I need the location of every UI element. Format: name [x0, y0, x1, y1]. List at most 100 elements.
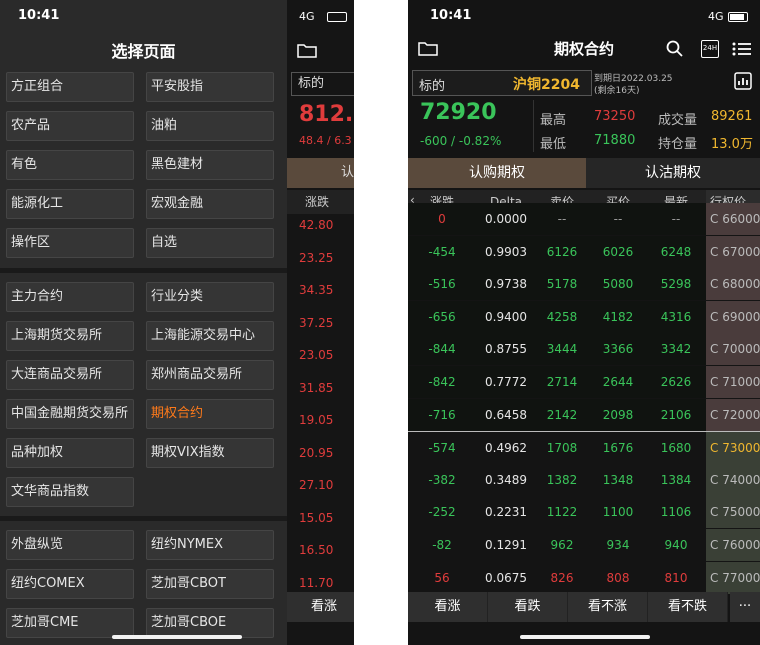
menu-item[interactable]: 自选: [146, 228, 274, 258]
price-change: -600 / -0.82%: [420, 134, 502, 148]
menu-item[interactable]: 上海能源交易中心: [146, 321, 274, 351]
table-cell-ask: 6126: [546, 244, 578, 259]
underlying-tag[interactable]: 标的: [291, 72, 354, 96]
bottom-tab[interactable]: 看不跌: [648, 592, 728, 622]
menu-item[interactable]: 期权合约: [146, 399, 274, 429]
menu-item[interactable]: 中国金融期货交易所: [6, 399, 134, 429]
high-value: 73250: [594, 109, 636, 124]
table-cell-bid: 934: [606, 538, 630, 552]
table-cell-delta: 0.6458: [485, 407, 527, 422]
change-value: 11.70: [299, 575, 334, 590]
chart-icon[interactable]: [734, 72, 752, 94]
change-value: 37.25: [299, 315, 334, 330]
table-cell-strike: C 71000: [706, 366, 760, 398]
table-row[interactable]: -574 0.4962 1708 1676 1680 C 73000: [408, 431, 760, 465]
table-cell-last: 940: [664, 538, 688, 552]
bottom-tab[interactable]: 看不涨: [568, 592, 648, 622]
volume-value: 89261: [711, 109, 753, 124]
menu-item[interactable]: 郑州商品交易所: [146, 360, 274, 390]
table-cell-delta: 0.4962: [485, 441, 527, 456]
24h-icon[interactable]: 24H: [701, 40, 719, 58]
menu-item[interactable]: 纽约NYMEX: [146, 530, 274, 560]
table-cell-chg: -382: [428, 472, 456, 487]
menu-item[interactable]: 大连商品交易所: [6, 360, 134, 390]
underlying-selector[interactable]: 标的 沪铜2204: [412, 70, 592, 96]
table-cell-strike: C 69000: [706, 300, 760, 333]
menu-item[interactable]: 行业分类: [146, 282, 274, 312]
menu-item[interactable]: 芝加哥CME: [6, 608, 134, 638]
tab-call[interactable]: 认: [287, 158, 354, 188]
table-row[interactable]: -716 0.6458 2142 2098 2106 C 72000: [408, 398, 760, 431]
change-value: 19.05: [299, 413, 334, 427]
search-icon[interactable]: [666, 40, 684, 62]
table-cell-strike: C 77000: [706, 561, 760, 594]
menu-item[interactable]: 文华商品指数: [6, 477, 134, 507]
table-cell-strike: C 72000: [706, 398, 760, 431]
menu-item[interactable]: 平安股指: [146, 72, 274, 102]
menu-item[interactable]: 品种加权: [6, 438, 134, 468]
table-row[interactable]: 56 0.0675 826 808 810 C 77000: [408, 561, 760, 594]
price-change: 48.4 / 6.3: [299, 134, 352, 147]
table-cell-ask: 4258: [546, 309, 578, 324]
table-cell-delta: 0.3489: [485, 472, 527, 487]
table-cell-bid: 3366: [602, 342, 634, 357]
menu-item[interactable]: 芝加哥CBOT: [146, 569, 274, 599]
page-selector-panel: 10:41 选择页面 方正组合 平安股指 农产品 油粕 有色 黑色建材 能源化工 宏观金融 操作…: [0, 0, 287, 645]
change-value: 16.50: [299, 543, 334, 557]
table-cell-last: 810: [664, 570, 688, 585]
bullish-button[interactable]: 看涨: [287, 592, 354, 622]
tab-put-options[interactable]: 认沽期权: [586, 158, 760, 188]
table-cell-strike: C 70000: [706, 333, 760, 366]
menu-item[interactable]: 上海期货交易所: [6, 321, 134, 351]
menu-item[interactable]: 方正组合: [6, 72, 134, 102]
menu-item[interactable]: 操作区: [6, 228, 134, 258]
menu-item[interactable]: 宏观金融: [146, 189, 274, 219]
menu-item[interactable]: 芝加哥CBOE: [146, 608, 274, 638]
table-row[interactable]: -844 0.8755 3444 3366 3342 C 70000: [408, 333, 760, 366]
more-button[interactable]: ···: [730, 592, 760, 622]
menu-item[interactable]: 黑色建材: [146, 150, 274, 180]
table-row[interactable]: -252 0.2231 1122 1100 1106 C 75000: [408, 496, 760, 529]
network-label: 4G: [708, 10, 724, 23]
page-title: 选择页面: [111, 42, 176, 61]
table-cell-delta: 0.7772: [485, 375, 527, 389]
bottom-tab[interactable]: 看涨: [408, 592, 488, 622]
tab-call-options[interactable]: 认购期权: [408, 158, 586, 188]
menu-item[interactable]: 期权VIX指数: [146, 438, 274, 468]
status-time: 10:41: [430, 8, 472, 23]
table-cell-bid: 2098: [602, 407, 634, 422]
bottom-tab[interactable]: 看跌: [488, 592, 568, 622]
table-cell-bid: 5080: [602, 277, 634, 292]
folder-icon[interactable]: [297, 42, 317, 62]
menu-item[interactable]: 有色: [6, 150, 134, 180]
menu-item[interactable]: 主力合约: [6, 282, 134, 312]
table-cell-strike: C 67000: [706, 235, 760, 268]
menu-icon[interactable]: [732, 41, 752, 61]
table-row[interactable]: -656 0.9400 4258 4182 4316 C 69000: [408, 300, 760, 333]
menu-item[interactable]: 农产品: [6, 111, 134, 141]
menu-divider: [0, 516, 287, 521]
menu-item[interactable]: 能源化工: [6, 189, 134, 219]
table-cell-delta: 0.0000: [485, 212, 527, 226]
menu-item[interactable]: 外盘纵览: [6, 530, 134, 560]
table-cell-ask: 1708: [546, 441, 578, 456]
table-cell-bid: 6026: [602, 244, 634, 259]
table-cell-last: 4316: [660, 309, 692, 324]
menu-item[interactable]: 油粕: [146, 111, 274, 141]
table-row[interactable]: -516 0.9738 5178 5080 5298 C 68000: [408, 268, 760, 301]
table-cell-ask: 962: [550, 538, 574, 552]
low-label: 最低: [540, 137, 567, 152]
table-row[interactable]: -82 0.1291 962 934 940 C 76000: [408, 529, 760, 561]
table-cell-last: 2106: [660, 407, 692, 422]
table-row[interactable]: -382 0.3489 1382 1348 1384 C 74000: [408, 463, 760, 496]
underlying-name: 沪铜2204: [513, 77, 580, 93]
table-row[interactable]: -454 0.9903 6126 6026 6248 C 67000: [408, 235, 760, 268]
menu-item[interactable]: 纽约COMEX: [6, 569, 134, 599]
table-cell-chg: -454: [428, 244, 456, 259]
table-row[interactable]: -842 0.7772 2714 2644 2626 C 71000: [408, 366, 760, 398]
left-screen: 10:41 选择页面 方正组合 平安股指 农产品 油粕 有色 黑色建材 能源化工 宏观金融 操作…: [0, 0, 354, 645]
table-row[interactable]: 0 0.0000 -- -- -- C 66000: [408, 203, 760, 235]
home-indicator: [520, 635, 650, 639]
table-cell-strike: C 68000: [706, 268, 760, 301]
change-value: 23.05: [299, 348, 334, 362]
